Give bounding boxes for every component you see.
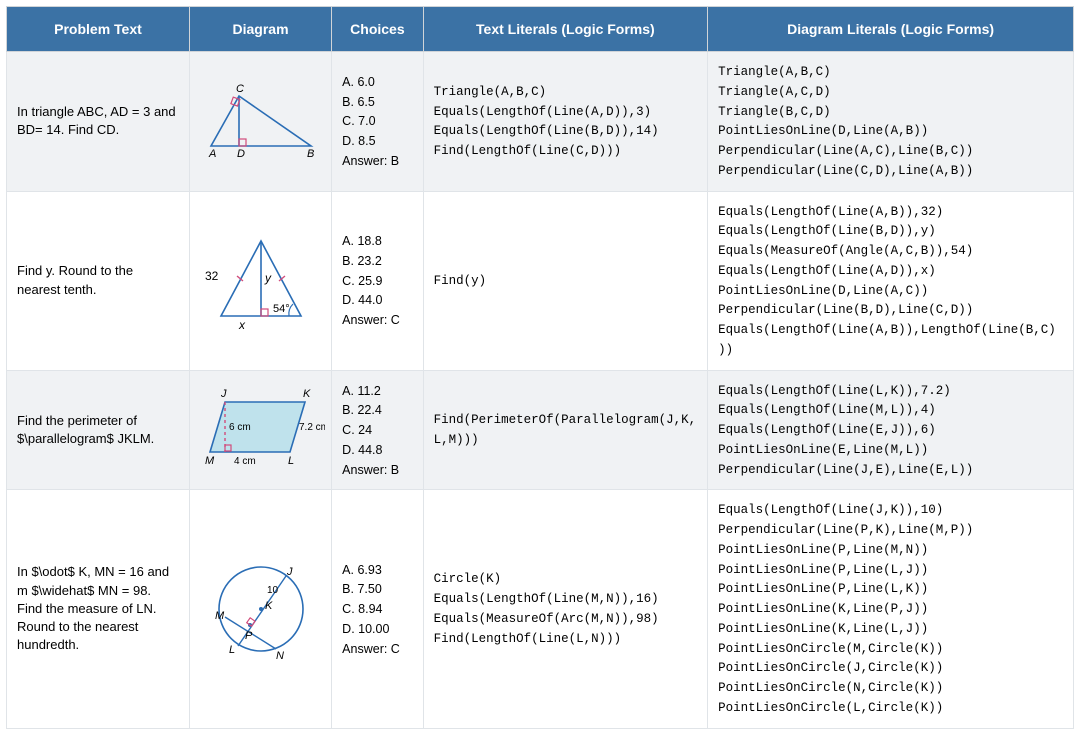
choices-cell: A. 6.93 B. 7.50 C. 8.94 D. 10.00 Answer:… [332,490,423,728]
header-choices: Choices [332,7,423,52]
svg-text:A: A [208,148,216,160]
table-row: In triangle ABC, AD = 3 and BD= 14. Find… [7,52,1074,192]
geometry-problems-table: Problem Text Diagram Choices Text Litera… [6,6,1074,729]
svg-text:10: 10 [267,585,279,596]
diagram-literals-cell: Equals(LengthOf(Line(J,K)),10) Perpendic… [708,490,1074,728]
text-literals-cell: Triangle(A,B,C) Equals(LengthOf(Line(A,D… [423,52,708,192]
svg-text:P: P [245,630,253,642]
svg-text:K: K [303,388,311,400]
table-row: Find y. Round to the nearest tenth. 32 y… [7,191,1074,370]
table-row: In $\odot$ K, MN = 16 and m $\widehat$ M… [7,490,1074,728]
svg-text:C: C [236,83,244,95]
triangle-xy-diagram: 32 y 54° x [201,226,321,336]
svg-text:y: y [264,271,272,285]
choices-cell: A. 11.2 B. 22.4 C. 24 D. 44.8 Answer: B [332,370,423,490]
svg-text:L: L [288,455,294,467]
header-text-literals: Text Literals (Logic Forms) [423,7,708,52]
header-diagram: Diagram [189,7,331,52]
text-literals-cell: Find(y) [423,191,708,370]
svg-text:32: 32 [205,269,219,283]
header-diagram-literals: Diagram Literals (Logic Forms) [708,7,1074,52]
header-problem-text: Problem Text [7,7,190,52]
svg-text:J: J [286,566,293,578]
diagram-cell: 32 y 54° x [189,191,331,370]
diagram-cell: J K L M 6 cm 7.2 cm 4 cm [189,370,331,490]
text-literals-cell: Circle(K) Equals(LengthOf(Line(M,N)),16)… [423,490,708,728]
problem-text-cell: Find the perimeter of $\parallelogram$ J… [7,370,190,490]
problem-text-cell: Find y. Round to the nearest tenth. [7,191,190,370]
circle-k-diagram: J K M N L P 10 [201,549,321,669]
svg-text:D: D [237,148,245,160]
text-literals-cell: Find(PerimeterOf(Parallelogram(J,K,L,M))… [423,370,708,490]
diagram-cell: A D B C [189,52,331,192]
diagram-cell: J K M N L P 10 [189,490,331,728]
svg-text:N: N [276,650,284,662]
svg-text:J: J [220,388,227,400]
diagram-literals-cell: Triangle(A,B,C) Triangle(A,C,D) Triangle… [708,52,1074,192]
svg-text:M: M [205,455,215,467]
svg-text:K: K [265,600,273,612]
svg-text:M: M [215,610,225,622]
choices-cell: A. 18.8 B. 23.2 C. 25.9 D. 44.0 Answer: … [332,191,423,370]
problem-text-cell: In triangle ABC, AD = 3 and BD= 14. Find… [7,52,190,192]
parallelogram-jklm-diagram: J K L M 6 cm 7.2 cm 4 cm [200,382,325,477]
svg-text:6 cm: 6 cm [229,422,251,433]
diagram-literals-cell: Equals(LengthOf(Line(A,B)),32) Equals(Le… [708,191,1074,370]
diagram-literals-cell: Equals(LengthOf(Line(L,K)),7.2) Equals(L… [708,370,1074,490]
svg-text:4 cm: 4 cm [234,456,256,467]
choices-cell: A. 6.0 B. 6.5 C. 7.0 D. 8.5 Answer: B [332,52,423,192]
problem-text-cell: In $\odot$ K, MN = 16 and m $\widehat$ M… [7,490,190,728]
table-header-row: Problem Text Diagram Choices Text Litera… [7,7,1074,52]
triangle-abc-diagram: A D B C [201,81,321,161]
table-row: Find the perimeter of $\parallelogram$ J… [7,370,1074,490]
svg-text:L: L [229,644,235,656]
svg-text:x: x [238,318,246,332]
svg-text:54°: 54° [273,303,290,315]
svg-text:7.2 cm: 7.2 cm [299,422,325,433]
svg-text:B: B [307,148,314,160]
